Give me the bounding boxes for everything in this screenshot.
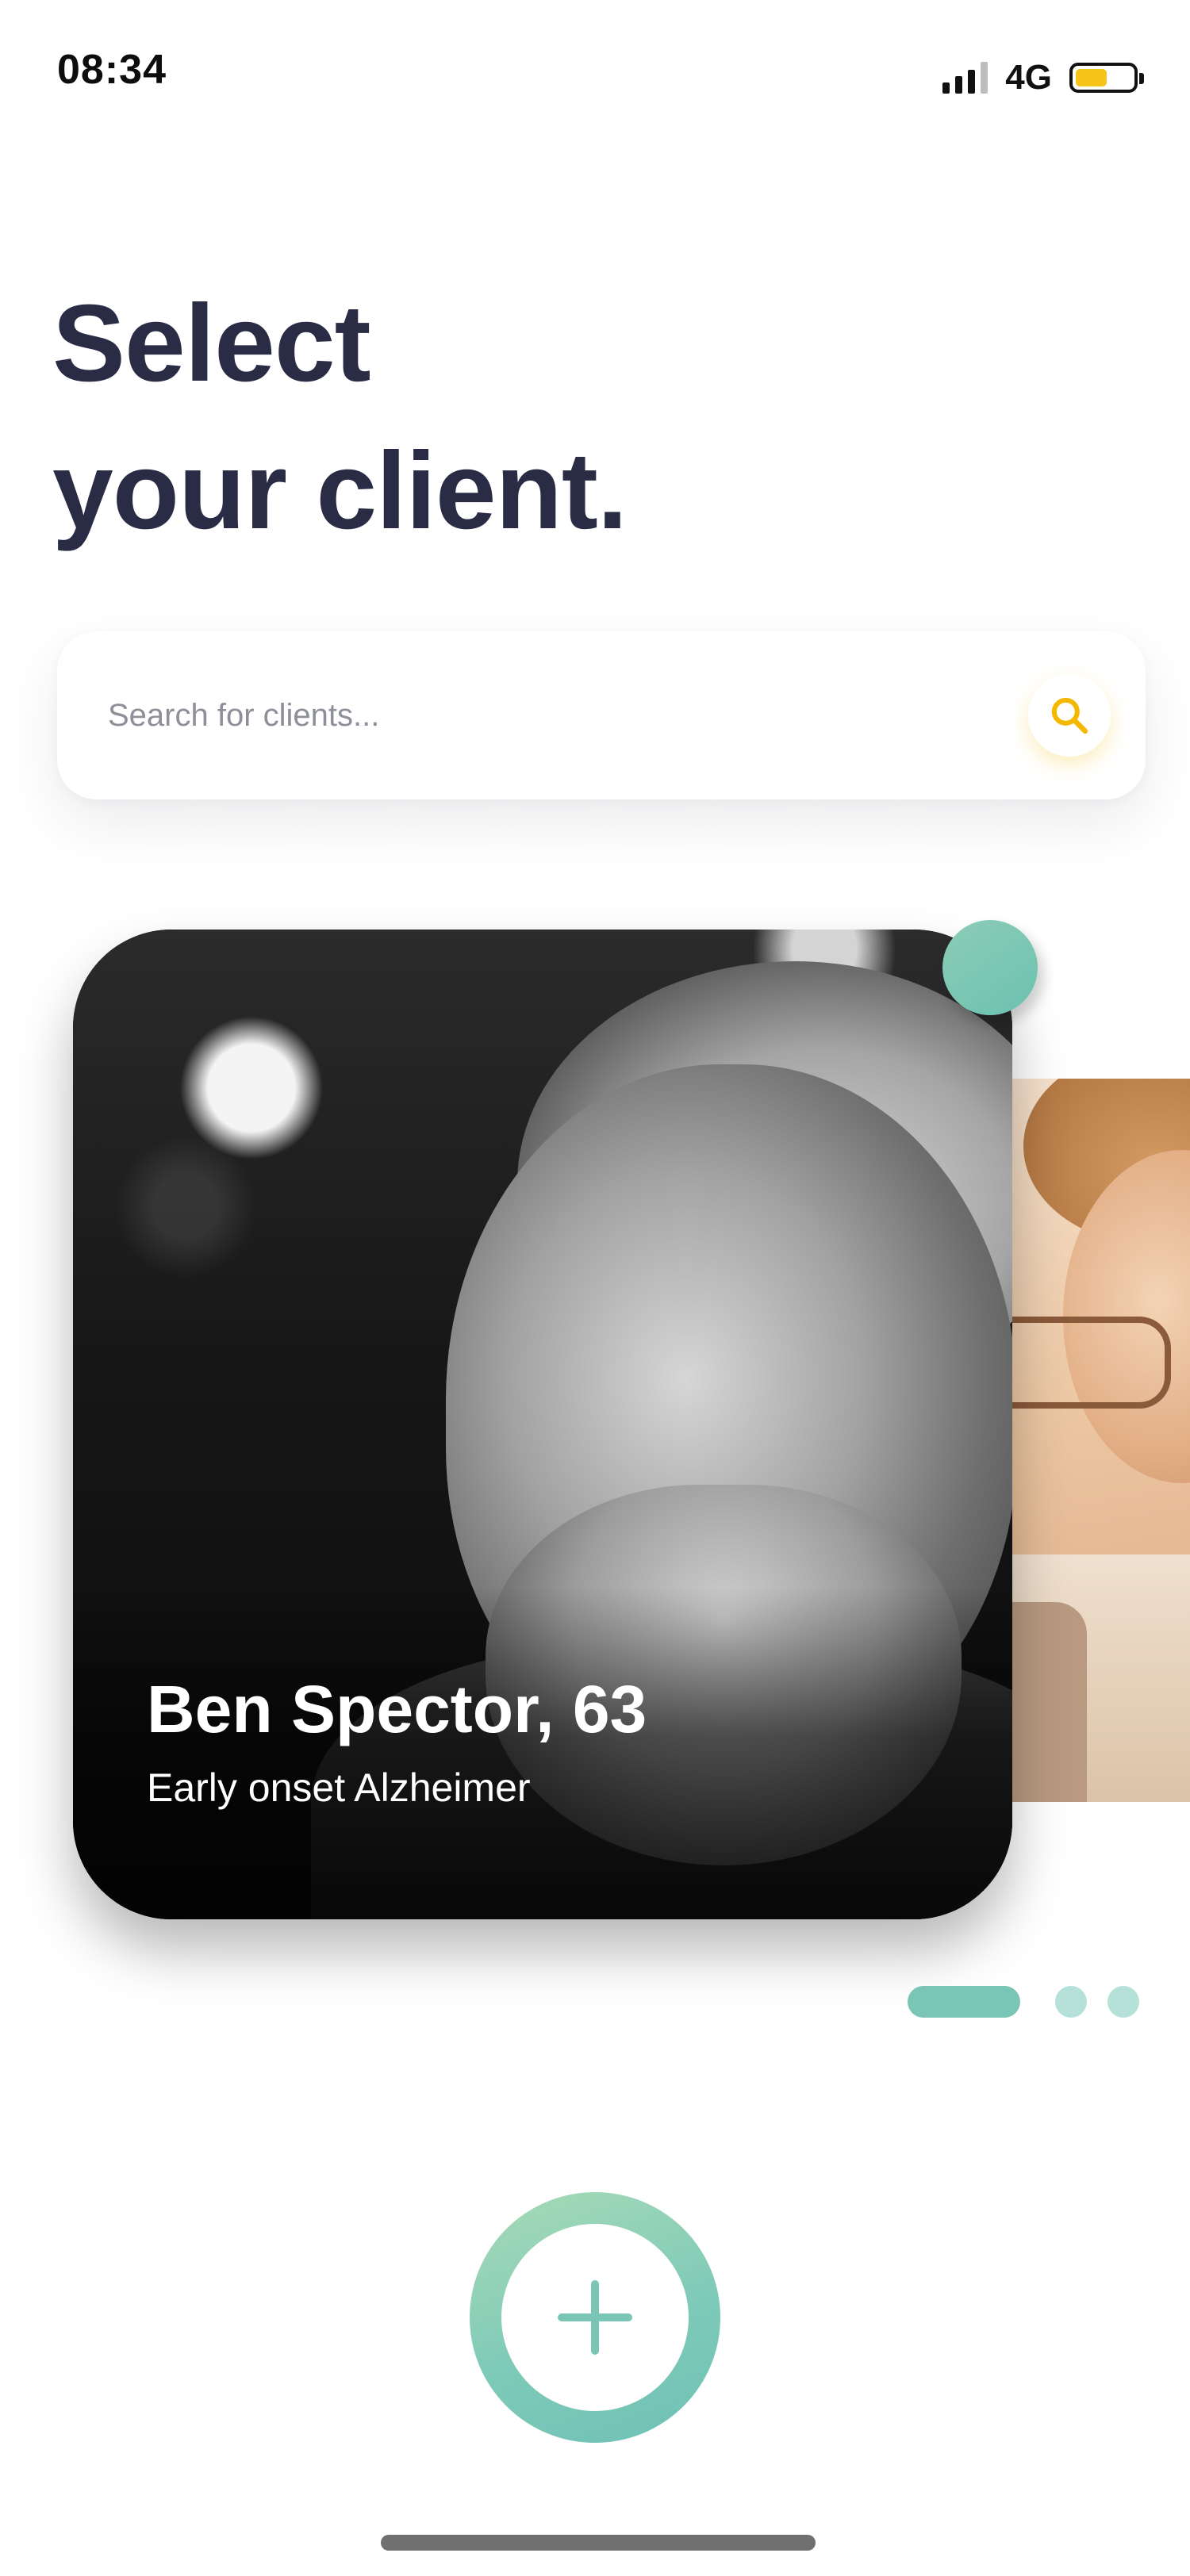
page-title-line2: your client. (52, 430, 628, 552)
search-button[interactable] (1028, 674, 1111, 757)
search-bar (57, 631, 1146, 799)
page-indicator-active[interactable] (908, 1986, 1020, 2018)
page-indicator[interactable] (1107, 1986, 1139, 2018)
client-name: Ben Spector, 63 (147, 1672, 647, 1746)
home-indicator[interactable] (381, 2535, 816, 2551)
page-indicator[interactable] (1055, 1986, 1087, 2018)
page-title: Select your client. (52, 270, 628, 565)
next-client-card[interactable] (992, 1079, 1190, 1802)
search-input[interactable] (106, 687, 982, 744)
status-time: 08:34 (57, 47, 167, 93)
client-status-indicator (942, 920, 1038, 1015)
network-type: 4G (1005, 58, 1052, 97)
battery-icon (1069, 63, 1144, 93)
search-icon (1051, 697, 1088, 734)
status-indicators: 4G (942, 56, 1144, 100)
carousel-pagination (908, 1986, 1139, 2018)
client-card[interactable]: Ben Spector, 63 Early onset Alzheimer (73, 930, 1012, 1919)
plus-icon (558, 2280, 632, 2355)
signal-icon (942, 62, 988, 94)
add-client-button[interactable] (470, 2192, 720, 2443)
page-title-line1: Select (52, 282, 371, 404)
battery-fill (1076, 69, 1107, 86)
glasses-shape (992, 1317, 1171, 1409)
client-condition: Early onset Alzheimer (147, 1765, 531, 1810)
